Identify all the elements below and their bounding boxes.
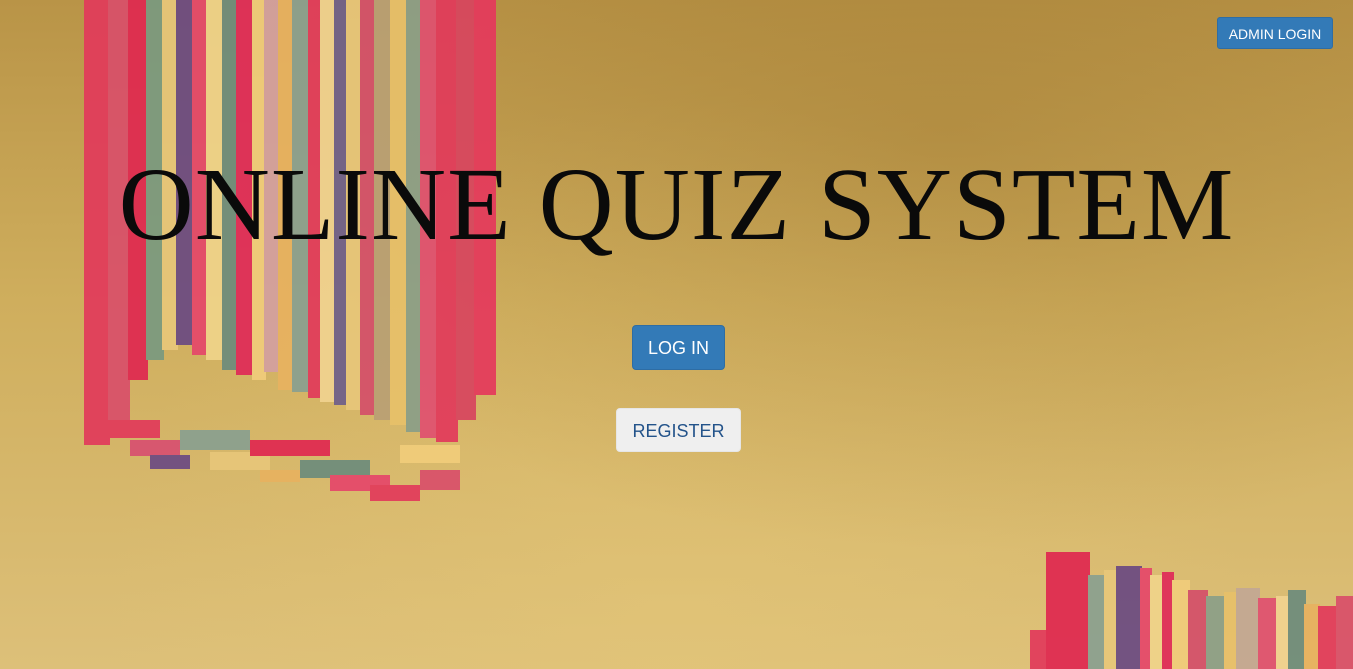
admin-login-button[interactable]: ADMIN LOGIN — [1217, 17, 1333, 49]
page-title: ONLINE QUIZ SYSTEM — [118, 147, 1235, 262]
register-button[interactable]: REGISTER — [616, 408, 741, 452]
login-button[interactable]: LOG IN — [632, 325, 725, 370]
